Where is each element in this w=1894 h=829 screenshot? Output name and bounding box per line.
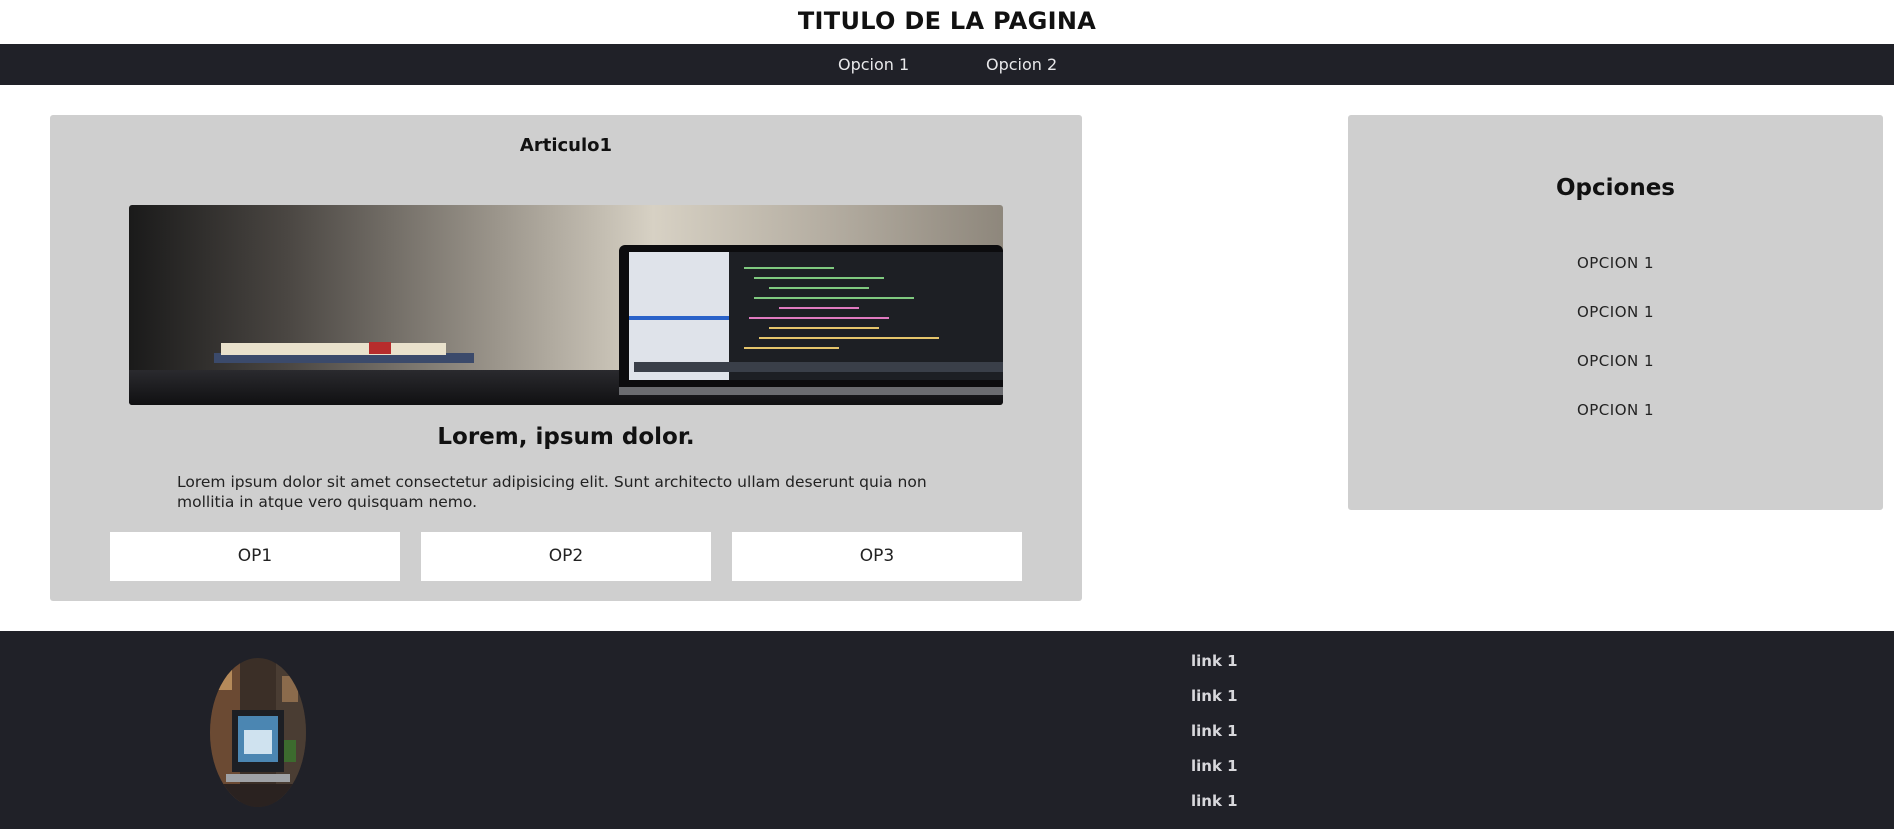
sidebar-title: Opciones: [1556, 175, 1675, 201]
footer-link-2[interactable]: link 1: [1191, 687, 1238, 705]
op1-button[interactable]: OP1: [110, 532, 400, 581]
footer-link-3[interactable]: link 1: [1191, 722, 1238, 740]
top-nav: Opcion 1 Opcion 2: [0, 44, 1894, 85]
article-heading: Lorem, ipsum dolor.: [437, 424, 695, 450]
sidebar-item-opcion-2[interactable]: OPCION 1: [1348, 303, 1883, 321]
nav-item-opcion-2[interactable]: Opcion 2: [986, 44, 1057, 85]
footer: link 1 link 1 link 1 link 1 link 1: [0, 631, 1894, 829]
article-image: [129, 205, 1003, 405]
footer-avatar: [210, 658, 306, 807]
footer-link-4[interactable]: link 1: [1191, 757, 1238, 775]
footer-link-1[interactable]: link 1: [1191, 652, 1238, 670]
nav-item-opcion-1[interactable]: Opcion 1: [838, 44, 909, 85]
sidebar-item-opcion-4[interactable]: OPCION 1: [1348, 401, 1883, 419]
sidebar-options: Opciones OPCION 1 OPCION 1 OPCION 1 OPCI…: [1348, 115, 1883, 510]
footer-link-5[interactable]: link 1: [1191, 792, 1238, 810]
article-text: Lorem ipsum dolor sit amet consectetur a…: [177, 473, 927, 511]
sidebar-item-opcion-1[interactable]: OPCION 1: [1348, 254, 1883, 272]
op2-button[interactable]: OP2: [421, 532, 711, 581]
article-title: Articulo1: [519, 135, 613, 156]
op3-button[interactable]: OP3: [732, 532, 1022, 581]
page-title: TITULO DE LA PAGINA: [797, 7, 1097, 35]
article-card: Articulo1 Lorem, ipsum dolor. Lorem ipsu…: [50, 115, 1082, 601]
sidebar-item-opcion-3[interactable]: OPCION 1: [1348, 352, 1883, 370]
